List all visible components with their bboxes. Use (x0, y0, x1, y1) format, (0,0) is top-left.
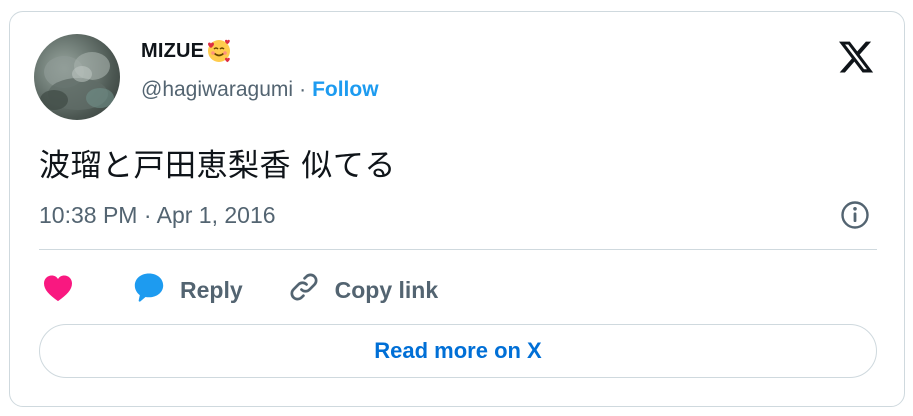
like-button[interactable] (42, 272, 74, 308)
link-icon (287, 270, 321, 310)
tweet-text: 波瑠と戸田恵梨香 似てる (39, 148, 396, 184)
avatar[interactable] (34, 34, 120, 120)
speech-bubble-icon (132, 271, 166, 309)
tweet-timestamp[interactable]: 10:38 PM · Apr 1, 2016 (39, 202, 276, 229)
heart-icon (42, 272, 74, 308)
divider (39, 249, 877, 250)
smiling-face-with-hearts-icon (206, 38, 232, 64)
copy-link-button[interactable]: Copy link (287, 270, 439, 310)
author-name-row[interactable]: MIZUE (141, 38, 232, 64)
author-handle-row: @hagiwaragumi · Follow (141, 78, 379, 102)
read-more-button[interactable]: Read more on X (39, 324, 877, 378)
follow-button[interactable]: Follow (312, 78, 379, 102)
reply-label: Reply (180, 276, 243, 303)
author-handle[interactable]: @hagiwaragumi (141, 78, 293, 102)
avatar-image (40, 52, 114, 110)
tweet-embed-card: MIZUE @hagiwaragumi · Follow 波瑠と戸田恵梨香 似て… (9, 11, 905, 407)
info-icon[interactable] (838, 198, 872, 232)
handle-separator: · (299, 78, 307, 101)
reply-button[interactable]: Reply (132, 271, 243, 309)
author-display-name[interactable]: MIZUE (141, 40, 204, 63)
action-bar: Reply Copy link (42, 270, 438, 310)
x-logo-icon[interactable] (836, 38, 876, 76)
copy-link-label: Copy link (334, 276, 439, 303)
